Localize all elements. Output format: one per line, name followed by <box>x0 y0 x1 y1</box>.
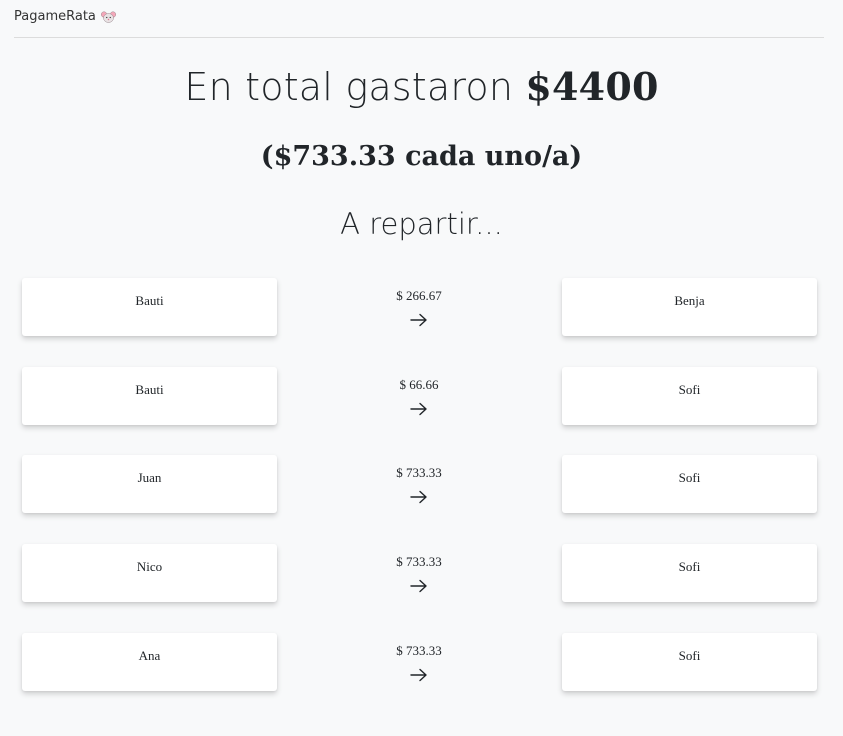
brand-link[interactable]: PagameRata <box>14 9 116 24</box>
mouse-face-icon <box>100 11 116 23</box>
payee-card: Sofi <box>562 544 817 602</box>
transfer-amount: $ 733.33 <box>396 554 442 569</box>
transfer-amount-group: $ 733.33 <box>319 554 519 593</box>
payer-card: Ana <box>22 633 277 691</box>
payer-card: Nico <box>22 544 277 602</box>
transfer-amount-group: $ 733.33 <box>319 643 519 682</box>
total-prefix: En total gastaron <box>184 65 526 109</box>
total-amount: $4400 <box>525 64 659 109</box>
arrow-right-icon <box>410 668 427 682</box>
page-title: En total gastaron $4400 <box>0 64 843 109</box>
payee-card: Benja <box>562 278 817 336</box>
transfer-amount: $ 66.66 <box>399 377 439 392</box>
arrow-right-icon <box>410 402 427 416</box>
transfer-amount-group: $ 66.66 <box>319 377 519 416</box>
transfer-amount: $ 733.33 <box>396 643 442 658</box>
transfer-amount: $ 266.67 <box>396 288 442 303</box>
transfer-row: Ana $ 733.33 Sofi <box>0 633 843 693</box>
arrow-right-icon <box>410 313 427 327</box>
per-person-amount: ($733.33 cada uno/a) <box>260 141 583 172</box>
arrow-right-icon <box>410 579 427 593</box>
transfer-amount-group: $ 733.33 <box>319 465 519 504</box>
navbar: PagameRata <box>14 0 824 38</box>
payer-card: Bauti <box>22 278 277 336</box>
payee-card: Sofi <box>562 633 817 691</box>
arrow-right-icon <box>410 490 427 504</box>
transfer-row: Juan $ 733.33 Sofi <box>0 455 843 515</box>
transfer-row: Bauti $ 66.66 Sofi <box>0 367 843 427</box>
transfer-amount: $ 733.33 <box>396 465 442 480</box>
payer-card: Juan <box>22 455 277 513</box>
section-title: A repartir... <box>340 207 503 241</box>
transfer-row: Nico $ 733.33 Sofi <box>0 544 843 604</box>
brand-name: PagameRata <box>14 9 96 24</box>
payee-card: Sofi <box>562 455 817 513</box>
transfer-amount-group: $ 266.67 <box>319 288 519 327</box>
transfer-row: Bauti $ 266.67 Benja <box>0 278 843 338</box>
payee-card: Sofi <box>562 367 817 425</box>
payer-card: Bauti <box>22 367 277 425</box>
